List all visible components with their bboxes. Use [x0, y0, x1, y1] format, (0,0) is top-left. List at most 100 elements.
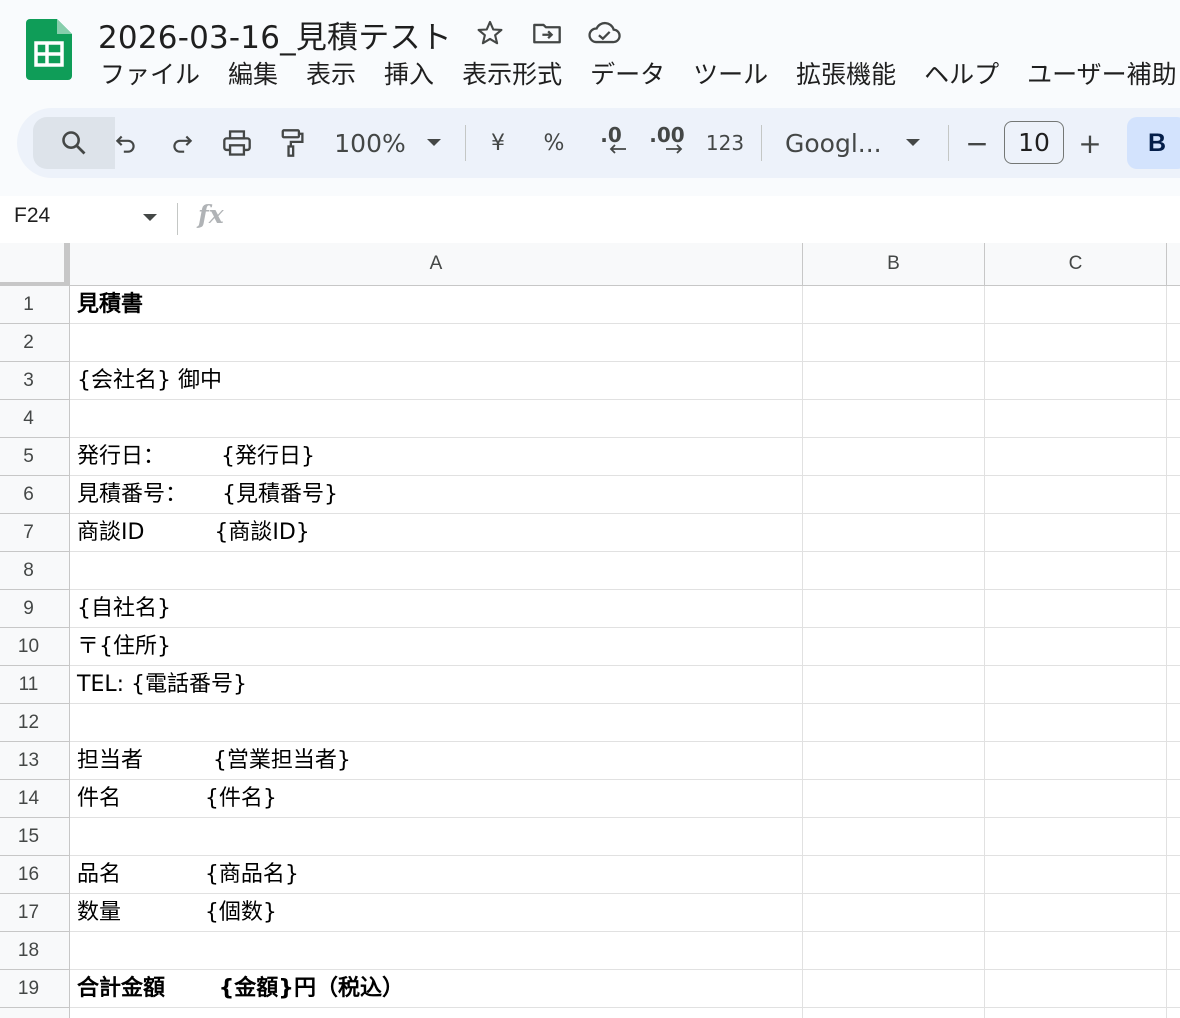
cell-a[interactable]: 見積書: [70, 286, 803, 324]
menu-view[interactable]: 表示: [292, 56, 370, 94]
increase-decimal-button[interactable]: .00: [645, 108, 689, 178]
cell-d[interactable]: [1167, 1008, 1180, 1018]
menu-format[interactable]: 表示形式: [448, 56, 576, 94]
cell-d[interactable]: [1167, 818, 1180, 856]
cell-b[interactable]: [803, 894, 985, 932]
cell-d[interactable]: [1167, 324, 1180, 362]
cell-a[interactable]: [70, 324, 803, 362]
cell-a[interactable]: {会社名} 御中: [70, 362, 803, 400]
search-menus-button[interactable]: [33, 117, 115, 169]
cell-b[interactable]: [803, 362, 985, 400]
menu-insert[interactable]: 挿入: [370, 56, 448, 94]
redo-button[interactable]: [165, 108, 199, 178]
cell-a[interactable]: [70, 704, 803, 742]
cell-a[interactable]: [70, 818, 803, 856]
sheets-logo-icon[interactable]: [26, 19, 72, 80]
cell-d[interactable]: [1167, 476, 1180, 514]
cell-a[interactable]: 件名 {件名}: [70, 780, 803, 818]
cell-b[interactable]: [803, 286, 985, 324]
cell-a[interactable]: 合計金額 {金額}円（税込）: [70, 970, 803, 1008]
menu-extensions[interactable]: 拡張機能: [782, 56, 910, 94]
cell-d[interactable]: [1167, 286, 1180, 324]
cell-d[interactable]: [1167, 628, 1180, 666]
cell-c[interactable]: [985, 704, 1167, 742]
row-header[interactable]: 18: [0, 932, 70, 970]
cell-c[interactable]: [985, 286, 1167, 324]
row-header[interactable]: 19: [0, 970, 70, 1008]
cell-c[interactable]: [985, 590, 1167, 628]
zoom-chevron-down-icon[interactable]: [422, 108, 446, 178]
cell-a[interactable]: 見積番号： {見積番号}: [70, 476, 803, 514]
row-header[interactable]: 4: [0, 400, 70, 438]
cell-c[interactable]: [985, 438, 1167, 476]
cell-c[interactable]: [985, 514, 1167, 552]
decrease-font-size-button[interactable]: −: [962, 108, 992, 178]
percent-format-button[interactable]: %: [539, 108, 569, 178]
cell-a[interactable]: 品名 {商品名}: [70, 856, 803, 894]
cell-d[interactable]: [1167, 590, 1180, 628]
cell-a[interactable]: 発行日： {発行日}: [70, 438, 803, 476]
cell-b[interactable]: [803, 438, 985, 476]
cell-a[interactable]: 商談ID {商談ID}: [70, 514, 803, 552]
row-header[interactable]: 3: [0, 362, 70, 400]
menu-accessibility[interactable]: ユーザー補助: [1013, 56, 1180, 94]
cell-a[interactable]: [70, 552, 803, 590]
name-box-chevron-down-icon[interactable]: [142, 213, 158, 223]
cell-b[interactable]: [803, 970, 985, 1008]
menu-file[interactable]: ファイル: [86, 56, 214, 94]
cell-b[interactable]: [803, 856, 985, 894]
cell-d[interactable]: [1167, 704, 1180, 742]
row-header[interactable]: 15: [0, 818, 70, 856]
cell-b[interactable]: [803, 780, 985, 818]
column-header-d[interactable]: [1167, 243, 1180, 286]
cell-d[interactable]: [1167, 856, 1180, 894]
cell-d[interactable]: [1167, 932, 1180, 970]
menu-edit[interactable]: 編集: [214, 56, 292, 94]
cell-a[interactable]: {自社名}: [70, 590, 803, 628]
cell-a[interactable]: 〒{住所}: [70, 628, 803, 666]
row-header[interactable]: 17: [0, 894, 70, 932]
cell-b[interactable]: [803, 476, 985, 514]
cell-c[interactable]: [985, 476, 1167, 514]
row-header[interactable]: 20: [0, 1008, 70, 1018]
move-folder-icon[interactable]: [530, 17, 564, 49]
star-icon[interactable]: [473, 17, 507, 49]
row-header[interactable]: 6: [0, 476, 70, 514]
row-header[interactable]: 11: [0, 666, 70, 704]
cell-c[interactable]: [985, 894, 1167, 932]
cell-b[interactable]: [803, 324, 985, 362]
cell-a[interactable]: [70, 400, 803, 438]
cell-c[interactable]: [985, 666, 1167, 704]
cell-a[interactable]: [70, 932, 803, 970]
row-header[interactable]: 16: [0, 856, 70, 894]
name-box[interactable]: F24: [14, 204, 50, 228]
cloud-saved-icon[interactable]: [587, 17, 621, 49]
cell-d[interactable]: [1167, 400, 1180, 438]
row-header[interactable]: 9: [0, 590, 70, 628]
row-header[interactable]: 1: [0, 286, 70, 324]
cell-c[interactable]: [985, 818, 1167, 856]
cell-c[interactable]: [985, 324, 1167, 362]
cell-b[interactable]: [803, 1008, 985, 1018]
decrease-decimal-button[interactable]: .0: [591, 108, 631, 178]
cell-c[interactable]: [985, 628, 1167, 666]
cell-d[interactable]: [1167, 362, 1180, 400]
cell-c[interactable]: [985, 932, 1167, 970]
cell-c[interactable]: [985, 970, 1167, 1008]
menu-tools[interactable]: ツール: [679, 56, 782, 94]
menu-help[interactable]: ヘルプ: [910, 56, 1013, 94]
paint-format-button[interactable]: [275, 108, 309, 178]
cell-d[interactable]: [1167, 894, 1180, 932]
cell-c[interactable]: [985, 362, 1167, 400]
font-family-select[interactable]: Googl...: [785, 108, 882, 178]
row-header[interactable]: 10: [0, 628, 70, 666]
row-header[interactable]: 2: [0, 324, 70, 362]
cell-c[interactable]: [985, 1008, 1167, 1018]
cell-c[interactable]: [985, 400, 1167, 438]
row-header[interactable]: 14: [0, 780, 70, 818]
row-header[interactable]: 13: [0, 742, 70, 780]
increase-font-size-button[interactable]: +: [1075, 108, 1105, 178]
cell-d[interactable]: [1167, 970, 1180, 1008]
font-chevron-down-icon[interactable]: [901, 108, 925, 178]
cell-d[interactable]: [1167, 438, 1180, 476]
